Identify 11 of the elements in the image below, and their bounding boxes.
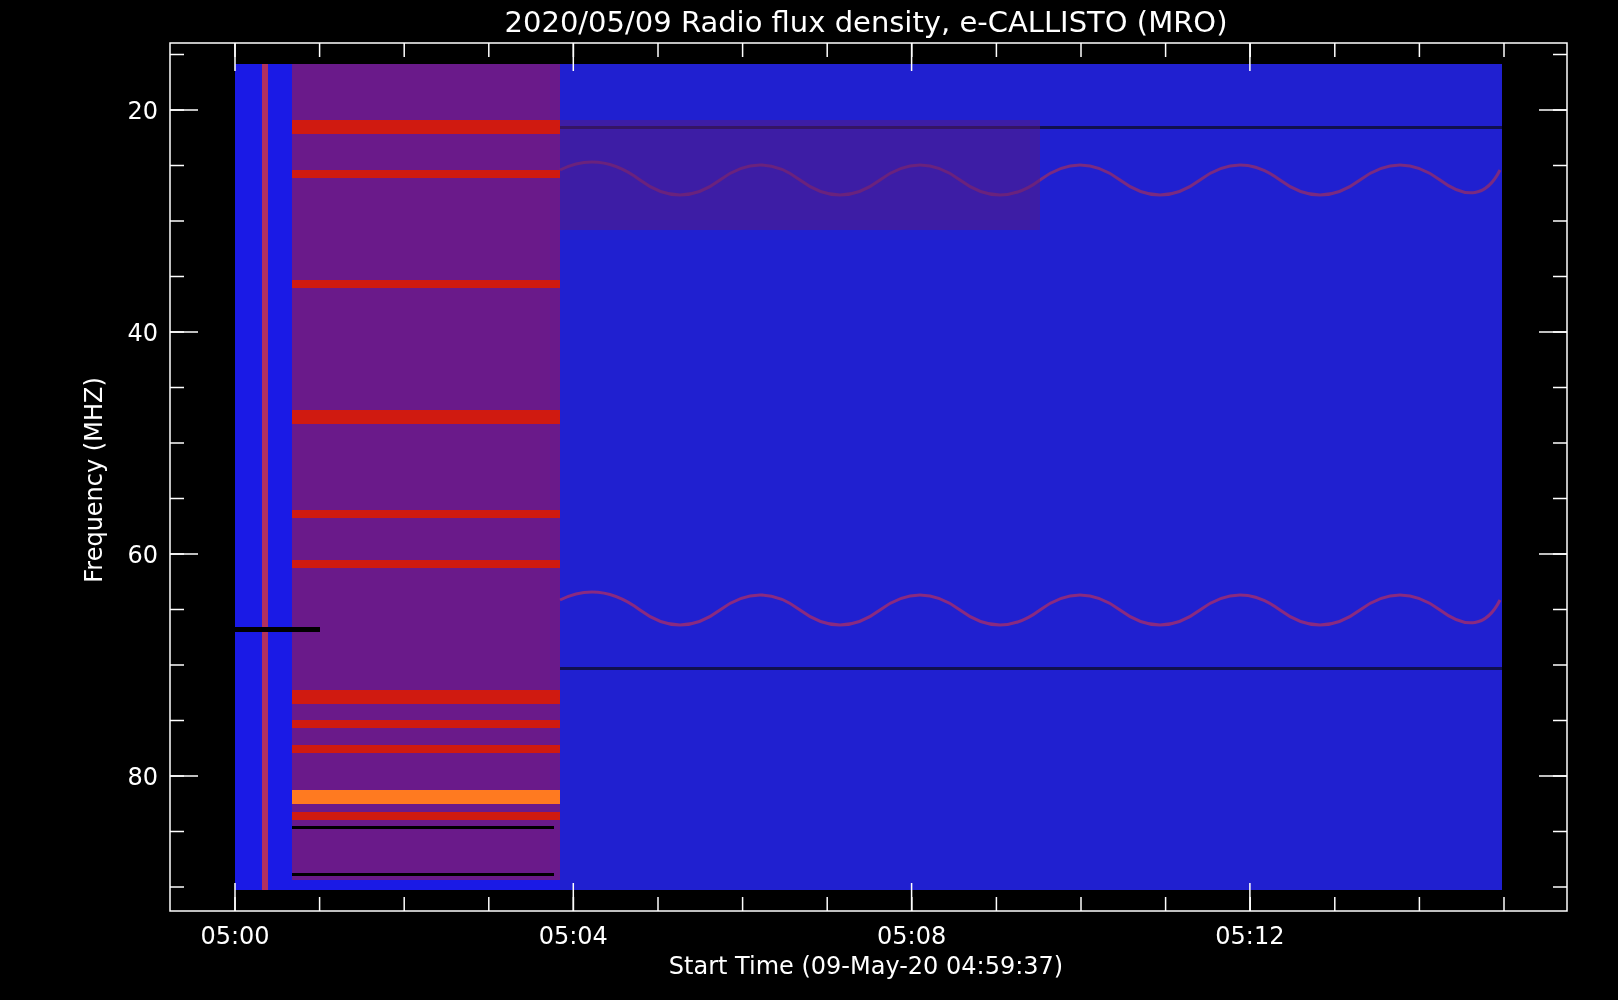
x-tick-label: 05:00: [200, 922, 270, 950]
y-tick-label: 40: [127, 319, 158, 347]
y-tick-label: 60: [127, 541, 158, 569]
x-tick-label: 05:08: [877, 922, 947, 950]
x-axis-label: Start Time (09-May-20 04:59:37): [668, 952, 1064, 980]
y-axis-label: Frequency (MHZ): [80, 377, 108, 583]
plot-title: 2020/05/09 Radio flux density, e-CALLISTO (MRO): [504, 5, 1228, 39]
x-tick-label: 05:12: [1215, 922, 1285, 950]
y-tick-label: 80: [127, 763, 158, 791]
x-tick-label: 05:04: [538, 922, 608, 950]
y-tick-label: 20: [127, 97, 158, 125]
